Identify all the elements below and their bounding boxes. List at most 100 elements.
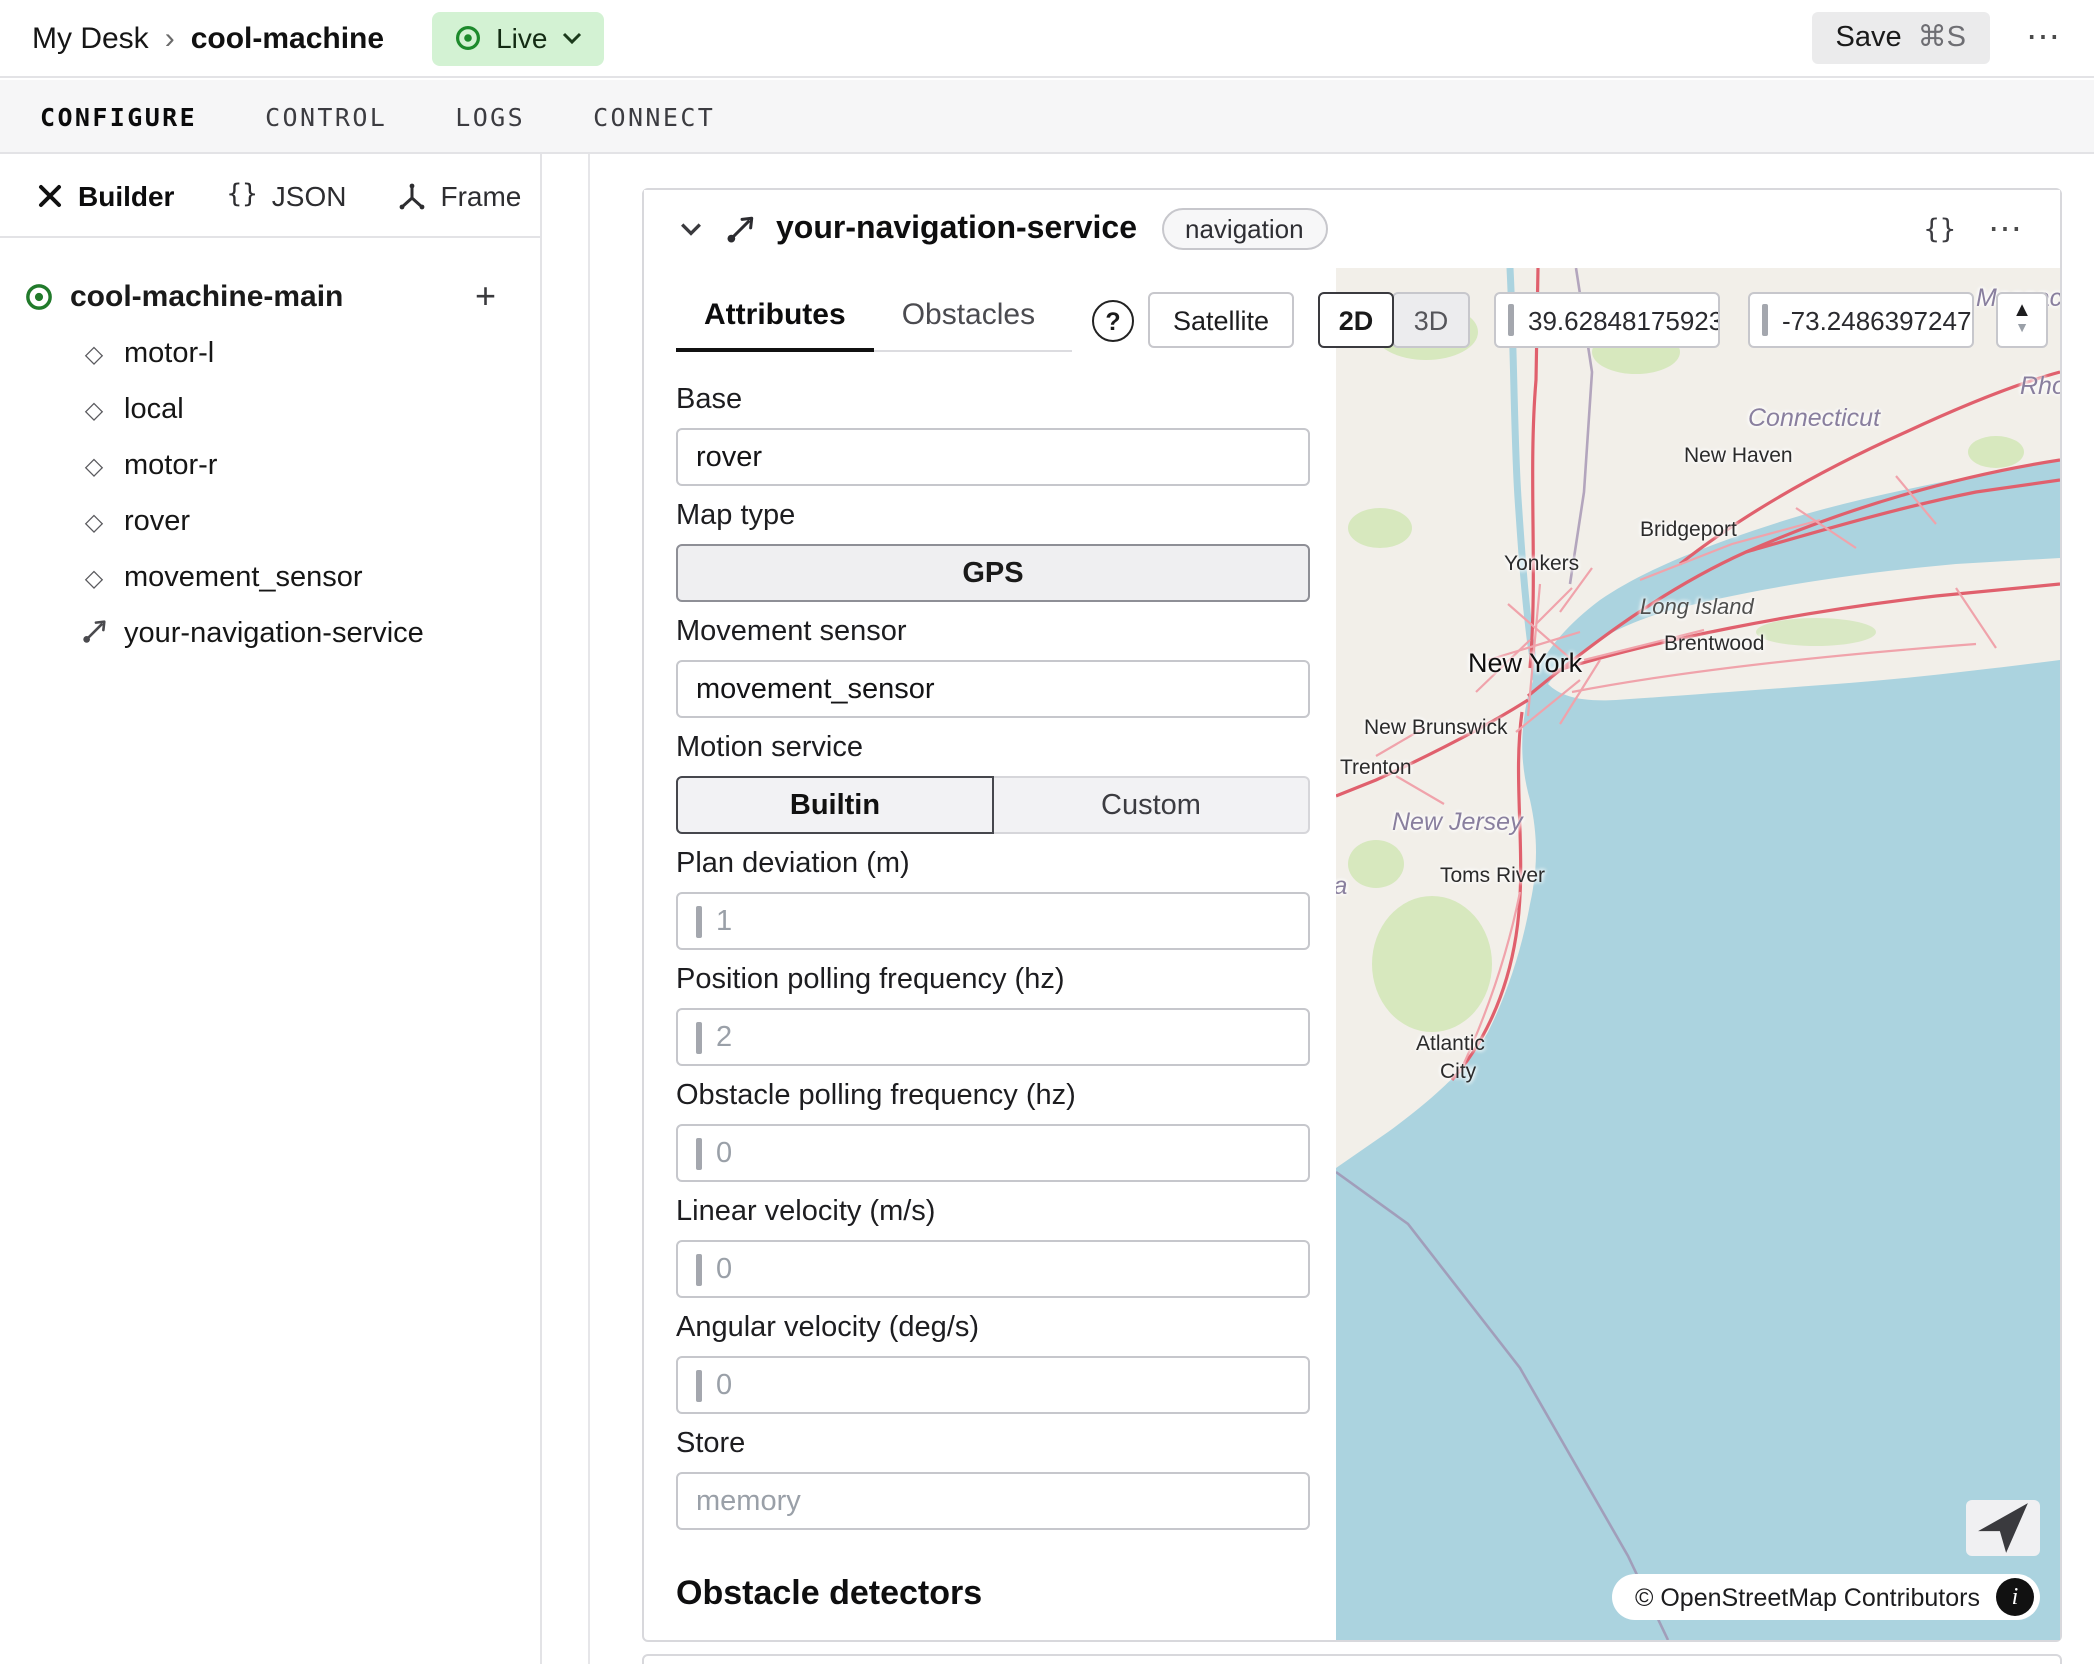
breadcrumb-parent[interactable]: My Desk [32,21,149,55]
field-angular-velocity: Angular velocity (deg/s) 0 [676,1310,1310,1414]
field-position-polling: Position polling frequency (hz) 2 [676,962,1310,1066]
save-shortcut: ⌘S [1918,22,1966,54]
zoom-stepper[interactable]: ▲ ▼ [1996,292,2048,348]
step-up-icon[interactable]: ▲ [2012,303,2032,319]
mode-frame[interactable]: Frame [398,179,521,211]
field-motion-service: Motion service Builtin Custom [676,730,1310,834]
map-type-gps-button[interactable]: GPS [676,544,1310,602]
linear-velocity-input[interactable]: 0 [676,1240,1310,1298]
mode-builder[interactable]: Builder [36,179,174,211]
field-label: Position polling frequency (hz) [676,962,1310,998]
header-more-menu[interactable]: ⋯ [2026,18,2062,58]
angular-velocity-input[interactable]: 0 [676,1356,1310,1414]
map-label: Atlantic [1416,1032,1485,1056]
sidebar-item-local[interactable]: ◇ local [0,382,540,438]
angular-velocity-value: 0 [716,1369,732,1401]
tab-control[interactable]: CONTROL [265,101,387,131]
tab-attributes[interactable]: Attributes [676,290,874,352]
field-obstacle-polling: Obstacle polling frequency (hz) 0 [676,1078,1310,1182]
builtin-option[interactable]: Builtin [676,776,994,834]
drag-handle[interactable] [696,1369,702,1401]
mode-json[interactable]: {} JSON [226,179,346,211]
attributes-form: Base rover Map type GPS Movement sensor … [676,382,1310,1614]
map-2d-button[interactable]: 2D [1318,292,1394,348]
plan-deviation-input[interactable]: 1 [676,892,1310,950]
collapse-chevron-icon[interactable] [680,222,702,236]
next-card-partial [642,1654,2062,1664]
sidebar-item-motor-r[interactable]: ◇ motor-r [0,438,540,494]
drag-handle[interactable] [696,1253,702,1285]
chevron-down-icon [561,32,581,44]
view-json-icon[interactable]: {} [1923,213,1956,245]
map-attribution: © OpenStreetMap Contributors i [1611,1574,2040,1620]
field-label: Base [676,382,1310,418]
drag-handle[interactable] [696,1137,702,1169]
tree-item-label: motor-r [124,450,217,482]
drag-handle[interactable] [1508,304,1514,336]
sidebar-item-motor-l[interactable]: ◇ motor-l [0,326,540,382]
field-movement-sensor: Movement sensor movement_sensor [676,614,1310,718]
sidebar-item-your-navigation-service[interactable]: your-navigation-service [0,606,540,662]
movement-sensor-value: movement_sensor [696,673,935,705]
map-label: New Brunswick [1364,716,1508,740]
locate-button[interactable] [1966,1500,2040,1556]
service-type-badge: navigation [1161,208,1328,250]
obstacle-detectors-heading: Obstacle detectors [676,1574,1310,1614]
tree-root-row[interactable]: cool-machine-main + [0,266,540,326]
drag-handle[interactable] [696,1021,702,1053]
card-more-menu[interactable]: ⋯ [1988,209,2024,249]
tab-connect[interactable]: CONNECT [593,101,715,131]
app-header: My Desk › cool-machine Live Save ⌘S ⋯ [0,0,2094,78]
base-input[interactable]: rover [676,428,1310,486]
tab-obstacles[interactable]: Obstacles [874,290,1063,350]
add-component-button[interactable]: + [475,278,496,314]
sidebar-item-rover[interactable]: ◇ rover [0,494,540,550]
tab-logs[interactable]: LOGS [455,101,525,131]
map-label: Bridgeport [1640,518,1737,542]
movement-sensor-input[interactable]: movement_sensor [676,660,1310,718]
custom-option[interactable]: Custom [994,776,1310,834]
map-label: Connecticut [1748,404,1880,432]
sidebar-item-movement-sensor[interactable]: ◇ movement_sensor [0,550,540,606]
component-icon: ◇ [76,452,112,480]
step-down-icon[interactable]: ▼ [2015,321,2029,337]
main-content: your-navigation-service navigation {} ⋯ [590,154,2094,1664]
field-label: Movement sensor [676,614,1310,650]
tools-icon [36,181,64,209]
field-label: Motion service [676,730,1310,766]
map-label: Long Island [1640,596,1754,620]
obstacle-polling-input[interactable]: 0 [676,1124,1310,1182]
info-icon[interactable]: i [1996,1578,2034,1616]
obstacle-polling-value: 0 [716,1137,732,1169]
field-label: Angular velocity (deg/s) [676,1310,1310,1346]
latitude-input[interactable]: 39.62848175923 [1494,292,1720,348]
map-3d-button[interactable]: 3D [1392,292,1470,348]
drag-handle[interactable] [696,905,702,937]
field-label: Linear velocity (m/s) [676,1194,1310,1230]
tab-configure[interactable]: CONFIGURE [40,101,197,131]
card-tabs: Attributes Obstacles [676,290,1072,352]
mode-label: JSON [272,179,347,211]
position-polling-input[interactable]: 2 [676,1008,1310,1066]
navigation-arrow-icon [1966,1500,2040,1556]
sidebar-mode-tabs: Builder {} JSON Frame [0,154,540,238]
live-status-dropdown[interactable]: Live [432,11,603,65]
field-plan-deviation: Plan deviation (m) 1 [676,846,1310,950]
store-input[interactable]: memory [676,1472,1310,1530]
navigation-service-icon [726,214,756,244]
map-label: New Haven [1684,444,1793,468]
help-icon[interactable]: ? [1092,300,1134,342]
attribution-text[interactable]: © OpenStreetMap Contributors [1635,1583,1980,1611]
component-icon: ◇ [76,564,112,592]
satellite-toggle-button[interactable]: Satellite [1148,292,1294,348]
position-polling-value: 2 [716,1021,732,1053]
card-title: your-navigation-service [776,211,1137,247]
navigation-map[interactable]: MassacRhodConnecticutNew HavenBridgeport… [1336,268,2060,1640]
field-store: Store memory [676,1426,1310,1530]
map-label: New York [1468,648,1582,678]
save-button[interactable]: Save ⌘S [1812,12,1990,64]
machine-tree: cool-machine-main + ◇ motor-l ◇ local ◇ … [0,238,540,662]
longitude-input[interactable]: -73.2486397247 [1748,292,1974,348]
frame-axes-icon [398,181,426,209]
drag-handle[interactable] [1762,304,1768,336]
